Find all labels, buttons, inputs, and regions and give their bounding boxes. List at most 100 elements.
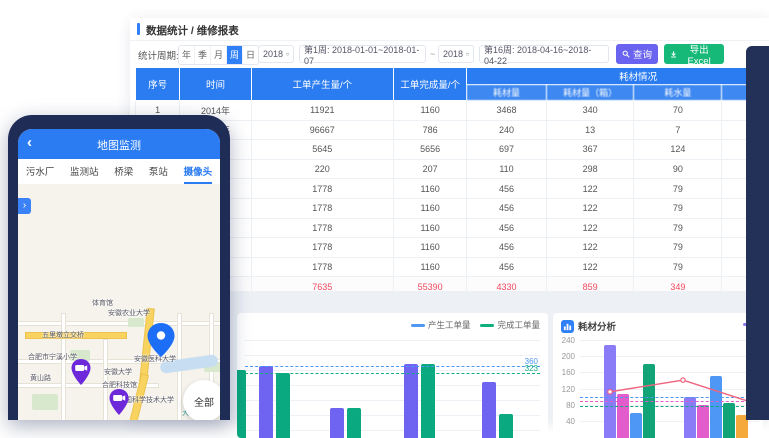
calendar-icon (286, 50, 289, 58)
phone-tab-摄像头[interactable]: 摄像头 (184, 159, 213, 184)
map-expander-button[interactable]: › (18, 198, 31, 214)
period-label: 统计周期: (138, 48, 179, 62)
table-row: 82021年177811604561227967 (136, 238, 769, 258)
week-to-value: 第16周: 2018-04-16~2018-04-22 (484, 43, 604, 66)
year-from-select[interactable]: 2018 (258, 45, 294, 63)
y-axis-tick: 200 (555, 352, 575, 361)
period-option-年[interactable]: 年 (179, 46, 195, 64)
legend-item[interactable]: 产生工单量 (411, 319, 471, 331)
cell: 456 (467, 218, 546, 238)
week-to-input[interactable]: 第16周: 2018-04-16~2018-04-22 (479, 45, 609, 63)
cell: 13 (546, 120, 634, 140)
legend-dash-icon (480, 324, 494, 327)
cell: 1778 (251, 238, 393, 258)
chart-title: 耗材分析 (578, 319, 616, 333)
gridline (245, 340, 540, 341)
year-from-value: 2018 (263, 49, 283, 59)
phone-tab-泵站[interactable]: 泵站 (149, 159, 168, 184)
bar (259, 366, 273, 438)
cell: 349 (634, 277, 722, 291)
year-to-value: 2018 (443, 49, 463, 59)
map-canvas[interactable]: › 全部 体育馆安徽农业大学五里墩立交桥合肥市宁溪小学安徽医科大学黄山路安徽大学… (18, 184, 220, 420)
cell: 1160 (394, 101, 467, 121)
map-all-button[interactable]: 全部 (183, 380, 220, 420)
table-row: 42017年2202071102989019 (136, 159, 769, 179)
column-header: 序号 (136, 68, 180, 101)
query-button[interactable]: 查询 (616, 44, 658, 64)
cell: 4330 (467, 277, 546, 291)
cell: 456 (467, 198, 546, 218)
phone-tab-bar: 污水厂监测站桥梁泵站摄像头 (18, 159, 220, 185)
period-option-周[interactable]: 周 (227, 46, 243, 64)
legend-label: 完成工单量 (497, 319, 540, 331)
cell: 7 (634, 120, 722, 140)
reference-line (580, 406, 759, 407)
cell: 1778 (251, 198, 393, 218)
bar (421, 364, 435, 438)
cell: 1160 (394, 238, 467, 258)
year-to-select[interactable]: 2018 (438, 45, 474, 63)
week-from-input[interactable]: 第1周: 2018-01-01~2018-01-07 (299, 45, 426, 63)
cell: 79 (634, 218, 722, 238)
bar (276, 373, 290, 438)
phone-tab-污水厂[interactable]: 污水厂 (26, 159, 55, 184)
cell: 55390 (394, 277, 467, 291)
bar (330, 408, 344, 438)
cell: 122 (546, 218, 634, 238)
cell: 5645 (251, 140, 393, 160)
cell: 96667 (251, 120, 393, 140)
report-table: 序号时间工单产生量/个工单完成量/个耗材情况耗材量耗材量（箱）耗水量水量1201… (135, 67, 769, 291)
range-separator: ~ (430, 49, 435, 59)
cell: 7635 (251, 277, 393, 291)
search-icon (622, 50, 630, 58)
query-label: 查询 (633, 47, 652, 61)
y-axis-tick: 120 (555, 385, 575, 394)
chart-icon (561, 320, 574, 333)
bar (482, 382, 496, 438)
side-accent-panel (746, 46, 769, 420)
bar (630, 413, 642, 438)
report-table-wrap: 序号时间工单产生量/个工单完成量/个耗材情况耗材量耗材量（箱）耗水量水量1201… (135, 67, 769, 291)
y-axis-tick: 80 (555, 401, 575, 410)
sub-column-header: 耗材量 (467, 85, 546, 101)
phone-tab-桥梁[interactable]: 桥梁 (114, 159, 133, 184)
cell: 340 (546, 101, 634, 121)
table-row: 22015年96667786240137690 (136, 120, 769, 140)
cell: 456 (467, 257, 546, 277)
period-option-日[interactable]: 日 (243, 46, 258, 64)
period-option-月[interactable]: 月 (211, 46, 227, 64)
export-excel-button[interactable]: 导出Excel (664, 44, 724, 64)
gridline (580, 340, 759, 341)
legend-item[interactable]: 完成工单量 (480, 319, 540, 331)
sub-column-header: 耗水量 (634, 85, 722, 101)
table-row: 32016年56455656697367124129 (136, 140, 769, 160)
bar (499, 414, 513, 438)
legend-label: 产生工单量 (428, 319, 471, 331)
bar (723, 403, 735, 438)
cell: 240 (467, 120, 546, 140)
bar (604, 345, 616, 438)
camera-pin-icon[interactable] (70, 358, 92, 386)
bar (684, 397, 696, 438)
cell: 79 (634, 257, 722, 277)
phone-tab-监测站[interactable]: 监测站 (70, 159, 99, 184)
column-header: 工单产生量/个 (251, 68, 393, 101)
cell: 1778 (251, 179, 393, 199)
cell: 124 (634, 140, 722, 160)
period-segmented-control: 年季月周日 (178, 45, 259, 65)
period-option-季[interactable]: 季 (195, 46, 211, 64)
cell: 79 (634, 198, 722, 218)
table-row: 12014年119211160346834070250 (136, 101, 769, 121)
selected-camera-pin-icon[interactable] (146, 322, 176, 358)
map-label: 黄山路 (30, 373, 51, 383)
cell: 697 (467, 140, 546, 160)
park (32, 394, 58, 410)
cell: 786 (394, 120, 467, 140)
map-label: 五里墩立交桥 (42, 330, 84, 340)
cell: 1160 (394, 257, 467, 277)
reference-line (580, 397, 759, 398)
bar (347, 408, 361, 438)
bar (404, 364, 418, 438)
phone-mockup: ‹ 地图监测 污水厂监测站桥梁泵站摄像头 › 全部 体育馆安徽农业大学五里墩立交… (8, 115, 230, 420)
camera-pin-icon[interactable] (108, 388, 130, 416)
